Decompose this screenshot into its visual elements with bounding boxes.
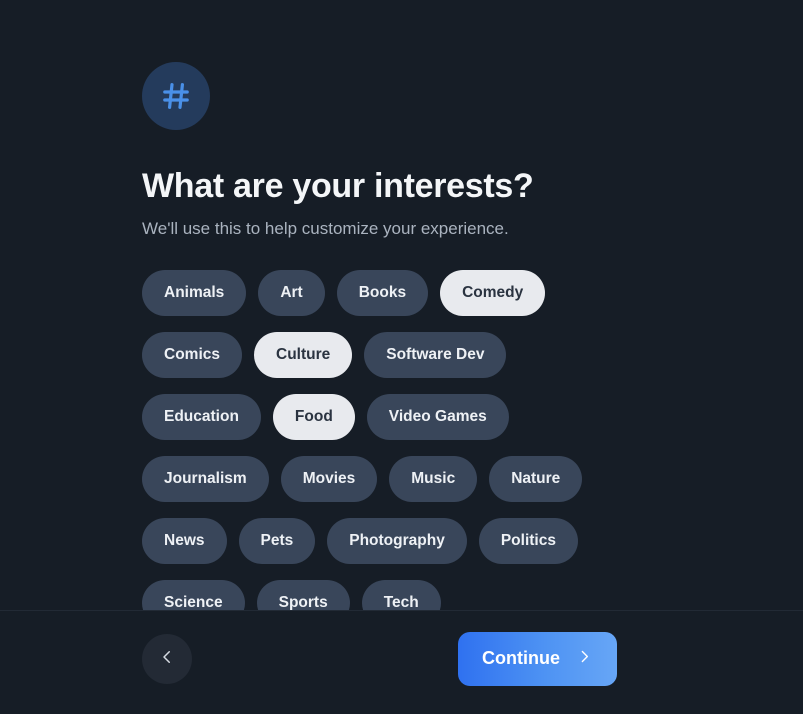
- interest-chip[interactable]: Music: [389, 456, 478, 502]
- onboarding-screen: What are your interests? We'll use this …: [0, 0, 803, 714]
- interest-chip[interactable]: Science: [142, 580, 245, 610]
- interest-chip[interactable]: Software Dev: [364, 332, 507, 378]
- interest-chip[interactable]: Video Games: [366, 394, 509, 440]
- hash-icon: [160, 80, 192, 112]
- interests-content: What are your interests? We'll use this …: [0, 0, 803, 610]
- continue-button[interactable]: Continue: [458, 631, 617, 686]
- app-logo-badge: [142, 62, 210, 130]
- interest-chip[interactable]: Books: [336, 270, 429, 316]
- chevron-left-icon: [158, 648, 176, 669]
- page-subtitle: We'll use this to help customize your ex…: [142, 219, 509, 238]
- chevron-right-icon: [576, 648, 593, 670]
- interest-chip[interactable]: Animals: [142, 270, 247, 316]
- interest-chip[interactable]: Sports: [256, 580, 350, 610]
- interest-chip[interactable]: Culture: [254, 332, 353, 378]
- interest-chip[interactable]: Photography: [327, 518, 467, 564]
- interest-chip[interactable]: Pets: [238, 518, 316, 564]
- interest-chip[interactable]: Comics: [142, 332, 242, 378]
- interest-chip[interactable]: Comedy: [440, 270, 546, 316]
- back-button[interactable]: [142, 633, 192, 684]
- interest-chip[interactable]: Nature: [489, 456, 583, 502]
- interest-chip[interactable]: Politics: [478, 518, 578, 564]
- page-title: What are your interests?: [142, 167, 534, 205]
- interest-chip[interactable]: Tech: [361, 580, 441, 610]
- interest-chip[interactable]: Food: [272, 394, 355, 440]
- footer-bar: Continue: [0, 610, 803, 714]
- continue-button-label: Continue: [482, 648, 560, 668]
- interest-chip[interactable]: News: [142, 518, 227, 564]
- interest-chip[interactable]: Art: [258, 270, 325, 316]
- interest-chip[interactable]: Movies: [280, 456, 378, 502]
- interest-chip[interactable]: Education: [142, 394, 261, 440]
- interest-chip-list: Animals Art Books Comedy Comics Culture Softwa…: [142, 270, 612, 610]
- interest-chip[interactable]: Journalism: [142, 456, 269, 502]
